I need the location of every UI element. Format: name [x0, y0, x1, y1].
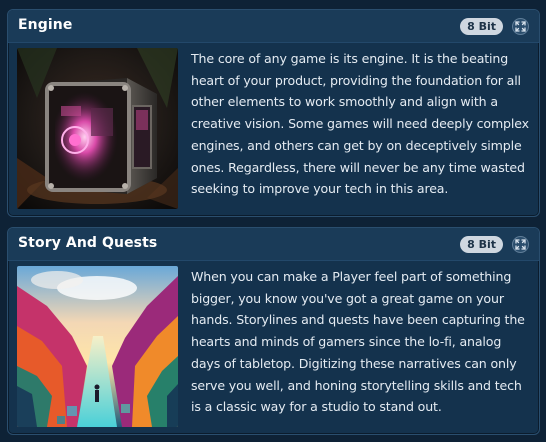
- card-header: Story And Quests 8 Bit: [8, 228, 539, 261]
- story-artwork-image: [17, 266, 178, 427]
- card-story-and-quests[interactable]: Story And Quests 8 Bit When you can make…: [7, 227, 540, 435]
- bit-badge: 8 Bit: [460, 18, 503, 35]
- expand-icon[interactable]: [512, 236, 529, 253]
- card-title: Story And Quests: [18, 235, 158, 251]
- card-engine[interactable]: Engine 8 Bit The core of any game is its…: [7, 9, 540, 217]
- expand-icon[interactable]: [512, 18, 529, 35]
- bit-badge: 8 Bit: [460, 236, 503, 253]
- engine-artwork-image: [17, 48, 178, 209]
- card-title: Engine: [18, 17, 73, 33]
- card-description: When you can make a Player feel part of …: [191, 269, 525, 415]
- card-description: The core of any game is its engine. It i…: [191, 51, 529, 197]
- card-list: Engine 8 Bit The core of any game is its…: [0, 0, 546, 442]
- card-header: Engine 8 Bit: [8, 10, 539, 43]
